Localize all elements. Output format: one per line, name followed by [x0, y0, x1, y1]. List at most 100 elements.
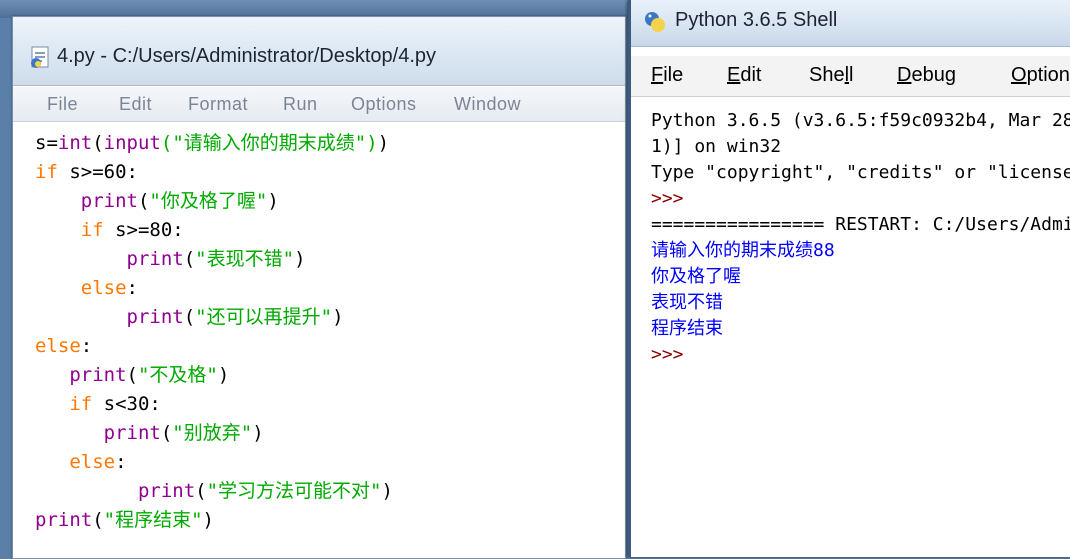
code-token: if: [69, 393, 93, 415]
code-token: print: [126, 248, 184, 270]
code-line: print("别放弃"): [35, 419, 264, 448]
editor-menu-run[interactable]: Run: [283, 94, 318, 115]
shell-menubar: File Edit Shell Debug Options: [631, 56, 1070, 97]
shell-menu-file[interactable]: File: [651, 64, 683, 87]
shell-titlebar[interactable]: Python 3.6.5 Shell: [631, 0, 1070, 47]
console-line: ================ RESTART: C:/Users/Admin…: [651, 214, 1070, 235]
code-editor-area[interactable]: s=int(input("请输入你的期末成绩")) if s>=60: print…: [13, 121, 625, 558]
python-icon: [643, 10, 667, 34]
code-token: "还可以再提升": [195, 306, 333, 328]
code-token: "别放弃": [172, 422, 253, 444]
code-line: print("学习方法可能不对"): [35, 477, 393, 506]
code-token: s=: [35, 132, 58, 154]
editor-window: 4.py - C:/Users/Administrator/Desktop/4.…: [12, 16, 626, 559]
code-token: if: [80, 219, 104, 241]
code-line: else:: [35, 448, 127, 477]
code-token: "不及格": [137, 364, 218, 386]
code-line: print("还可以再提升"): [35, 303, 344, 332]
shell-menu-edit[interactable]: Edit: [727, 64, 761, 87]
code-token: (: [92, 509, 104, 531]
editor-menu-window[interactable]: Window: [454, 94, 521, 115]
code-token: ): [377, 132, 390, 154]
code-token: s<30:: [92, 393, 161, 415]
code-token: ): [332, 306, 344, 328]
shell-menu-shell[interactable]: Shell: [809, 64, 854, 87]
code-token: "你及格了喔": [149, 190, 268, 212]
code-token: ): [267, 190, 279, 212]
code-token: "学习方法可能不对": [206, 480, 382, 502]
code-token: :: [80, 335, 93, 357]
code-token: print: [80, 190, 138, 212]
code-token: "程序结束": [103, 509, 203, 531]
console-line: Type "copyright", "credits" or "license(…: [651, 162, 1070, 183]
code-token: ): [294, 248, 306, 270]
shell-title: Python 3.6.5 Shell: [675, 9, 838, 31]
code-line: if s>=80:: [35, 216, 184, 245]
editor-title: 4.py - C:/Users/Administrator/Desktop/4.…: [57, 45, 437, 67]
code-token: print: [126, 306, 184, 328]
code-line: if s>=60:: [35, 158, 138, 187]
code-token: ): [217, 364, 230, 386]
editor-menubar: File Edit Format Run Options Window: [13, 87, 625, 122]
shell-prompt: >>>: [651, 344, 695, 365]
idle-file-icon: [29, 45, 53, 69]
shell-prompt: >>>: [651, 188, 695, 209]
console-line: 你及格了喔: [651, 266, 741, 287]
code-token: int: [57, 132, 93, 154]
console-line: Python 3.6.5 (v3.6.5:f59c0932b4, Mar 28 …: [651, 110, 1070, 131]
code-token: (: [92, 132, 104, 154]
code-token: s>=60:: [57, 161, 138, 183]
code-token: :: [115, 451, 127, 473]
shell-window: Python 3.6.5 Shell File Edit Shell Debug Opt…: [628, 0, 1070, 557]
console-line: 1)] on win32: [651, 136, 782, 157]
code-token: ): [381, 480, 393, 502]
code-line: if s<30:: [35, 390, 161, 419]
code-token: else: [69, 451, 116, 473]
code-token: print: [103, 422, 161, 444]
code-token: (: [137, 190, 150, 212]
editor-menu-format[interactable]: Format: [188, 94, 248, 115]
console-line: 表现不错: [651, 292, 723, 313]
console-line: 程序结束: [651, 318, 723, 339]
code-token: print: [35, 509, 93, 531]
code-token: print: [69, 364, 127, 386]
code-token: "表现不错": [195, 248, 295, 270]
code-line: print("表现不错"): [35, 245, 306, 274]
code-token: (: [160, 422, 173, 444]
editor-menu-options[interactable]: Options: [351, 94, 417, 115]
code-token: ): [202, 509, 214, 531]
shell-menu-debug[interactable]: Debug: [897, 64, 956, 87]
editor-menu-file[interactable]: File: [47, 94, 78, 115]
code-token: (: [126, 364, 138, 386]
shell-console[interactable]: Python 3.6.5 (v3.6.5:f59c0932b4, Mar 28 …: [631, 100, 1070, 557]
code-line: else:: [35, 332, 92, 361]
code-line: else:: [35, 274, 138, 303]
code-token: print: [137, 480, 196, 502]
code-token: else: [35, 335, 81, 357]
editor-menu-edit[interactable]: Edit: [119, 94, 152, 115]
code-token: ("请输入你的期末成绩"): [160, 132, 378, 154]
code-token: s>=80:: [103, 219, 184, 241]
code-token: if: [35, 161, 58, 183]
code-token: (: [195, 480, 207, 502]
code-token: (: [183, 248, 196, 270]
code-line: s=int(input("请输入你的期末成绩")): [35, 129, 389, 158]
editor-titlebar[interactable]: 4.py - C:/Users/Administrator/Desktop/4.…: [13, 17, 625, 86]
code-token: ): [252, 422, 264, 444]
code-line: print("你及格了喔"): [35, 187, 279, 216]
code-token: (: [183, 306, 196, 328]
code-token: else: [80, 277, 127, 299]
shell-menu-options[interactable]: Options: [1011, 64, 1070, 87]
code-line: print("不及格"): [35, 361, 229, 390]
console-line: 请输入你的期末成绩88: [651, 240, 835, 261]
code-line: print("程序结束"): [35, 506, 214, 535]
